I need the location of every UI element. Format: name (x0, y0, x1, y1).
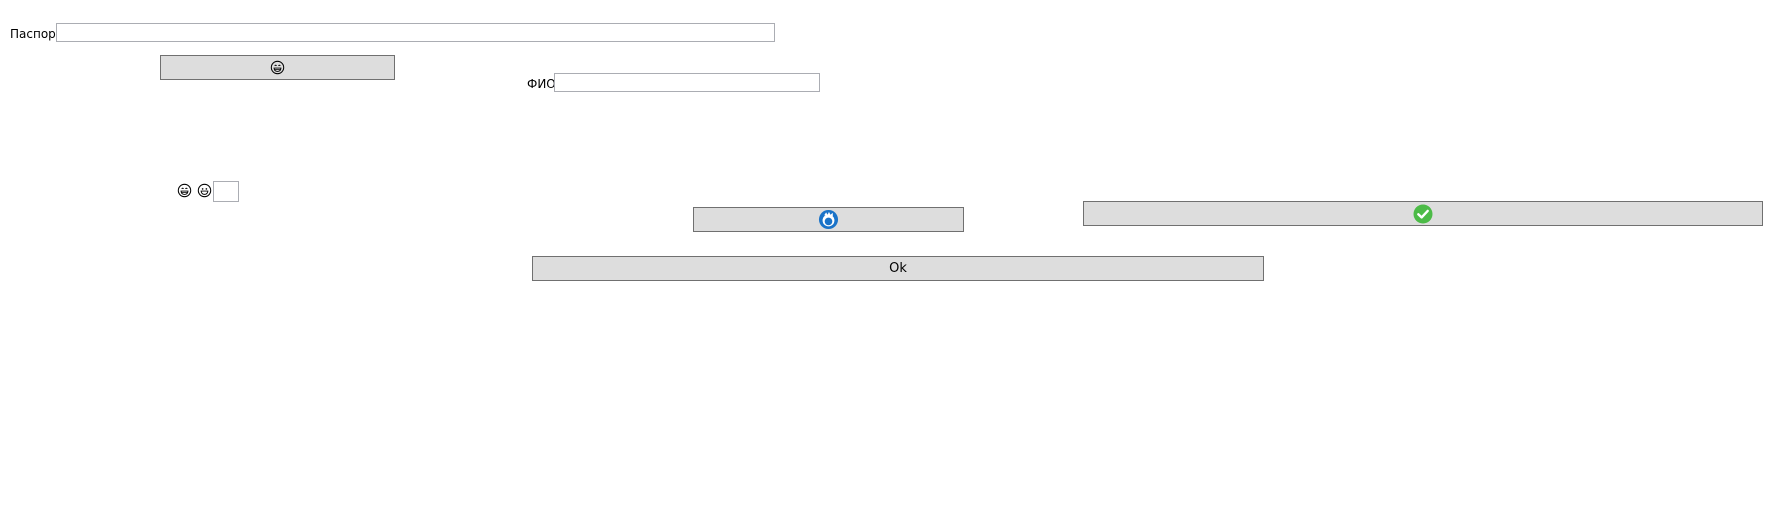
check-circle-icon (1413, 204, 1433, 224)
passport-input[interactable] (56, 23, 775, 42)
blue-round-logo-icon (818, 209, 839, 230)
fio-input[interactable] (554, 73, 820, 92)
fio-label: ФИО (527, 77, 556, 91)
small-input[interactable] (213, 181, 239, 202)
passport-label: Паспорт (10, 27, 63, 41)
logo-button[interactable] (693, 207, 964, 232)
confirm-button[interactable] (1083, 201, 1763, 226)
grinning-face-icon (270, 60, 285, 75)
ok-button[interactable]: Ok (532, 256, 1264, 281)
smiling-face-icon (197, 183, 212, 198)
emoji-button[interactable] (160, 55, 395, 80)
grinning-face-icon (177, 183, 192, 198)
